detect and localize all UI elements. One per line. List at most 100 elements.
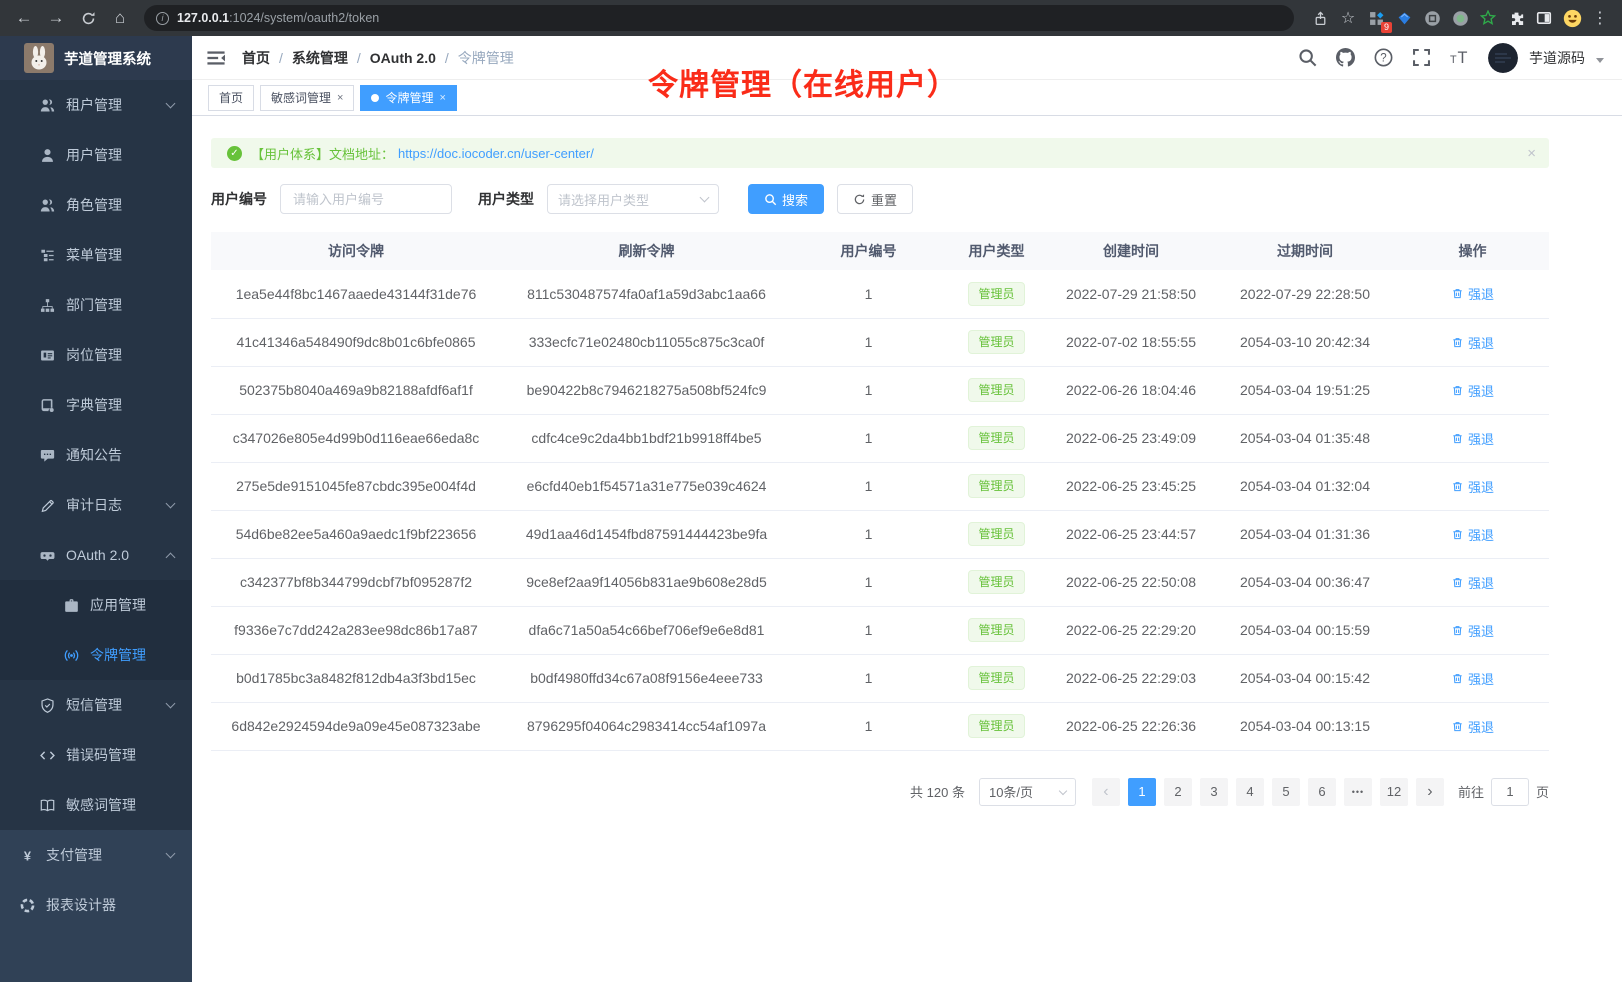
force-logout-button[interactable]: 强退	[1451, 333, 1494, 352]
force-logout-button[interactable]: 强退	[1451, 284, 1494, 303]
sidebar-item-dict[interactable]: 字典管理	[0, 380, 192, 430]
force-logout-button[interactable]: 强退	[1451, 669, 1494, 688]
browser-back-icon[interactable]: ←	[10, 4, 38, 32]
actions-cell: 强退	[1396, 414, 1549, 462]
sidebar-item-oauth2-token[interactable]: 令牌管理	[0, 630, 192, 680]
force-logout-button[interactable]: 强退	[1451, 621, 1494, 640]
sidebar-item-pay[interactable]: ¥支付管理	[0, 830, 192, 880]
sidebar-item-label: 用户管理	[66, 145, 122, 165]
user-id-cell: 1	[792, 654, 945, 702]
profile-avatar-icon[interactable]	[1560, 6, 1584, 30]
sidebar-item-report-designer[interactable]: 报表设计器	[0, 880, 192, 930]
sidebar-item-error-code[interactable]: 错误码管理	[0, 730, 192, 780]
page-size-select[interactable]: 10条/页	[979, 778, 1076, 806]
sidebar-item-label: 令牌管理	[90, 645, 146, 665]
tab-sensitive-word[interactable]: 敏感词管理×	[260, 85, 354, 111]
font-size-icon[interactable]: TT	[1450, 48, 1469, 67]
search-button[interactable]: 搜索	[748, 184, 824, 214]
breadcrumb-home[interactable]: 首页	[242, 48, 270, 68]
next-page-button[interactable]: ›	[1416, 778, 1444, 806]
fullscreen-icon[interactable]	[1412, 48, 1431, 67]
sidebar-item-menu[interactable]: 菜单管理	[0, 230, 192, 280]
chevron-down-icon	[1059, 786, 1067, 794]
sidebar-item-sensitive-word[interactable]: 敏感词管理	[0, 780, 192, 830]
sidebar-item-tenant[interactable]: 租户管理	[0, 80, 192, 130]
user-id-input[interactable]	[280, 184, 452, 214]
page-button-6[interactable]: 6	[1308, 778, 1336, 806]
address-bar[interactable]: i 127.0.0.1:1024/system/oauth2/token	[144, 5, 1294, 31]
force-logout-button[interactable]: 强退	[1451, 717, 1494, 736]
report-designer-icon	[20, 898, 35, 913]
sidebar-item-role[interactable]: 角色管理	[0, 180, 192, 230]
site-info-icon[interactable]: i	[156, 12, 169, 25]
extension-grid-icon[interactable]: 9	[1364, 6, 1388, 30]
tab-close-icon[interactable]: ×	[439, 92, 445, 104]
browser-toolbar: ← → ⌂ i 127.0.0.1:1024/system/oauth2/tok…	[0, 0, 1622, 36]
tab-token[interactable]: 令牌管理×	[360, 85, 456, 111]
goto-label: 前往	[1458, 782, 1484, 801]
sidebar-item-sms[interactable]: 短信管理	[0, 680, 192, 730]
expire-time-cell: 2054-03-04 00:15:59	[1214, 606, 1396, 654]
user-avatar[interactable]	[1488, 43, 1518, 73]
github-icon[interactable]	[1336, 48, 1355, 67]
page-button-1[interactable]: 1	[1128, 778, 1156, 806]
app-frame: 芋道管理系统 租户管理用户管理角色管理菜单管理部门管理岗位管理字典管理通知公告审…	[0, 36, 1622, 982]
user-name[interactable]: 芋道源码	[1529, 48, 1585, 68]
search-icon[interactable]	[1298, 48, 1317, 67]
create-time-cell: 2022-07-02 18:55:55	[1048, 318, 1214, 366]
breadcrumb-system[interactable]: 系统管理	[292, 48, 348, 68]
logo-bar[interactable]: 芋道管理系统	[0, 36, 192, 80]
user-id-cell: 1	[792, 414, 945, 462]
sidebar-item-audit-log[interactable]: 审计日志	[0, 480, 192, 530]
bookmark-star-icon[interactable]: ☆	[1336, 6, 1360, 30]
sidebar-collapse-icon[interactable]	[206, 48, 226, 68]
page-button-3[interactable]: 3	[1200, 778, 1228, 806]
gray-circle-extension-icon[interactable]	[1420, 6, 1444, 30]
gem-extension-icon[interactable]	[1392, 6, 1416, 30]
sidebar-item-dept[interactable]: 部门管理	[0, 280, 192, 330]
force-logout-button[interactable]: 强退	[1451, 525, 1494, 544]
force-logout-button[interactable]: 强退	[1451, 429, 1494, 448]
alert-doc-link[interactable]: https://doc.iocoder.cn/user-center/	[398, 146, 594, 161]
force-logout-button[interactable]: 强退	[1451, 381, 1494, 400]
help-icon[interactable]: ?	[1374, 48, 1393, 67]
user-id-cell: 1	[792, 510, 945, 558]
prev-page-button[interactable]: ‹	[1092, 778, 1120, 806]
breadcrumb-separator: /	[445, 50, 449, 66]
pagination-ellipsis[interactable]: •••	[1344, 778, 1372, 806]
expire-time-cell: 2054-03-04 00:15:42	[1214, 654, 1396, 702]
page-button-4[interactable]: 4	[1236, 778, 1264, 806]
page-button-5[interactable]: 5	[1272, 778, 1300, 806]
sidebar-item-oauth2[interactable]: OAuth 2.0	[0, 530, 192, 580]
share-icon[interactable]	[1308, 6, 1332, 30]
alert-close-icon[interactable]: ×	[1527, 145, 1536, 162]
users-icon	[40, 98, 55, 113]
svg-text:?: ?	[1380, 53, 1386, 65]
dot-circle-extension-icon[interactable]	[1448, 6, 1472, 30]
extensions-puzzle-icon[interactable]	[1504, 6, 1528, 30]
sidebar-item-user[interactable]: 用户管理	[0, 130, 192, 180]
sidebar-item-oauth2-app[interactable]: 应用管理	[0, 580, 192, 630]
force-logout-button[interactable]: 强退	[1451, 573, 1494, 592]
tab-close-icon[interactable]: ×	[337, 92, 343, 104]
sidebar-item-label: OAuth 2.0	[66, 547, 129, 563]
split-screen-icon[interactable]	[1532, 6, 1556, 30]
green-star-extension-icon[interactable]	[1476, 6, 1500, 30]
user-type-select[interactable]: 请选择用户类型	[547, 184, 719, 214]
user-menu-caret-icon[interactable]	[1596, 58, 1604, 63]
reset-button[interactable]: 重置	[837, 184, 913, 214]
org-chart-icon	[40, 298, 55, 313]
goto-page-input[interactable]	[1491, 778, 1529, 806]
tab-home[interactable]: 首页	[208, 85, 254, 111]
page-button-12[interactable]: 12	[1380, 778, 1408, 806]
browser-forward-icon[interactable]: →	[42, 4, 70, 32]
sidebar-item-notice[interactable]: 通知公告	[0, 430, 192, 480]
page-content: ✓ 【用户体系】文档地址： https://doc.iocoder.cn/use…	[192, 116, 1622, 982]
breadcrumb-oauth2[interactable]: OAuth 2.0	[370, 50, 436, 66]
page-button-2[interactable]: 2	[1164, 778, 1192, 806]
browser-menu-icon[interactable]: ⋮	[1588, 6, 1612, 30]
browser-home-icon[interactable]: ⌂	[106, 4, 134, 32]
force-logout-button[interactable]: 强退	[1451, 477, 1494, 496]
sidebar-item-post[interactable]: 岗位管理	[0, 330, 192, 380]
browser-reload-icon[interactable]	[74, 4, 102, 32]
